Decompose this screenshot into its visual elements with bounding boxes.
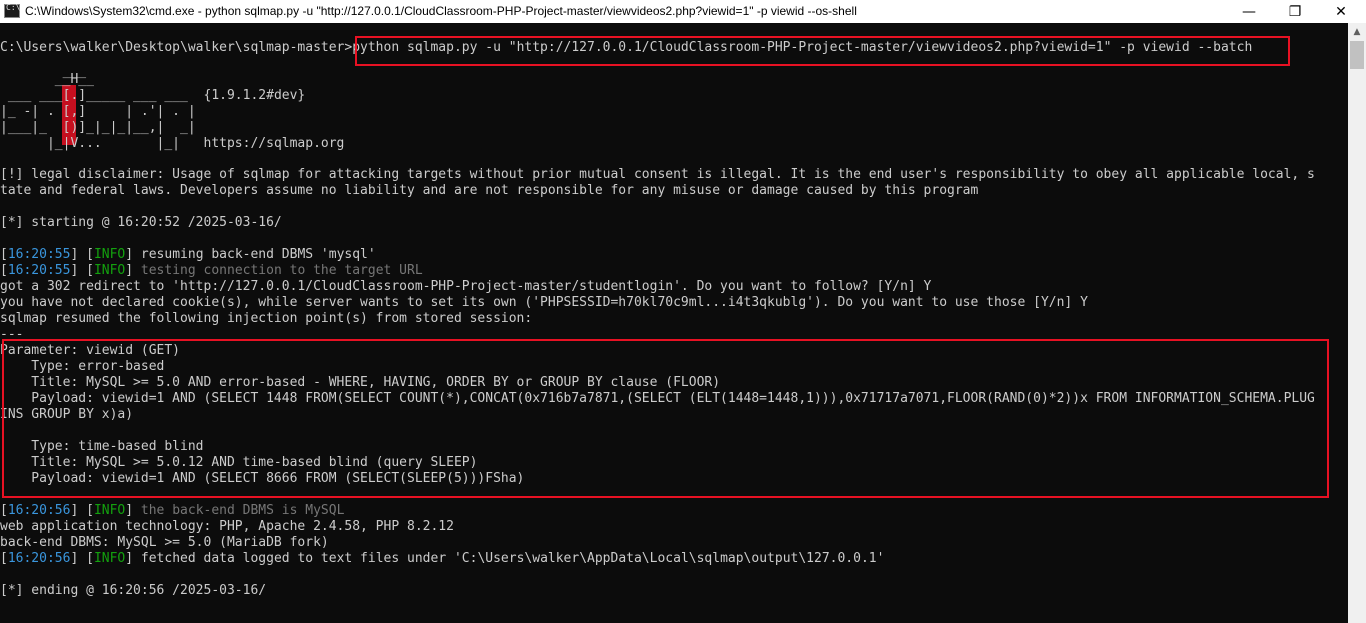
output-line: got a 302 redirect to 'http://127.0.0.1/… bbox=[0, 279, 932, 294]
disclaimer-line: [!] legal disclaimer: Usage of sqlmap fo… bbox=[0, 167, 1315, 182]
output-line: back-end DBMS: MySQL >= 5.0 (MariaDB for… bbox=[0, 535, 329, 550]
maximize-button[interactable]: ❐ bbox=[1272, 0, 1318, 23]
scroll-thumb[interactable] bbox=[1350, 41, 1364, 69]
window-titlebar[interactable]: C:\Windows\System32\cmd.exe - python sql… bbox=[0, 0, 1366, 23]
minimize-button[interactable]: — bbox=[1226, 0, 1272, 23]
output-line: sqlmap resumed the following injection p… bbox=[0, 311, 533, 326]
vertical-scrollbar[interactable]: ▲ bbox=[1348, 23, 1366, 623]
injection-highlight-box bbox=[2, 339, 1329, 498]
close-button[interactable]: ✕ bbox=[1318, 0, 1364, 23]
prompt: C:\Users\walker\Desktop\walker\sqlmap-ma… bbox=[0, 40, 353, 55]
log-line: [16:20:55] [INFO] testing connection to … bbox=[0, 263, 423, 278]
output-line: you have not declared cookie(s), while s… bbox=[0, 295, 1088, 310]
scroll-up-arrow-icon[interactable]: ▲ bbox=[1348, 23, 1366, 41]
starting-line: [*] starting @ 16:20:52 /2025-03-16/ bbox=[0, 215, 282, 230]
banner-line: |_ -| . [,] | .'| . | bbox=[0, 104, 196, 119]
command-highlight-box bbox=[355, 36, 1290, 66]
banner-url: https://sqlmap.org bbox=[203, 136, 345, 151]
disclaimer-line: tate and federal laws. Developers assume… bbox=[0, 183, 979, 198]
window-title: C:\Windows\System32\cmd.exe - python sql… bbox=[25, 4, 857, 18]
log-line: [16:20:56] [INFO] the back-end DBMS is M… bbox=[0, 503, 345, 518]
banner-line: __H__ bbox=[0, 72, 94, 87]
cmd-icon bbox=[4, 3, 20, 18]
banner-line: ___ ___[.]_____ ___ ___ {1.9.1.2#dev} bbox=[0, 88, 306, 103]
log-line: [16:20:56] [INFO] fetched data logged to… bbox=[0, 551, 885, 566]
banner-version: {1.9.1.2#dev} bbox=[203, 88, 306, 103]
output-line: web application technology: PHP, Apache … bbox=[0, 519, 454, 534]
banner-line: |_|V... |_| https://sqlmap.org bbox=[0, 136, 345, 151]
ending-line: [*] ending @ 16:20:56 /2025-03-16/ bbox=[0, 583, 267, 598]
log-line: [16:20:55] [INFO] resuming back-end DBMS… bbox=[0, 247, 376, 262]
banner-line: |___|_ [)]_|_|_|__,| _| bbox=[0, 120, 196, 135]
